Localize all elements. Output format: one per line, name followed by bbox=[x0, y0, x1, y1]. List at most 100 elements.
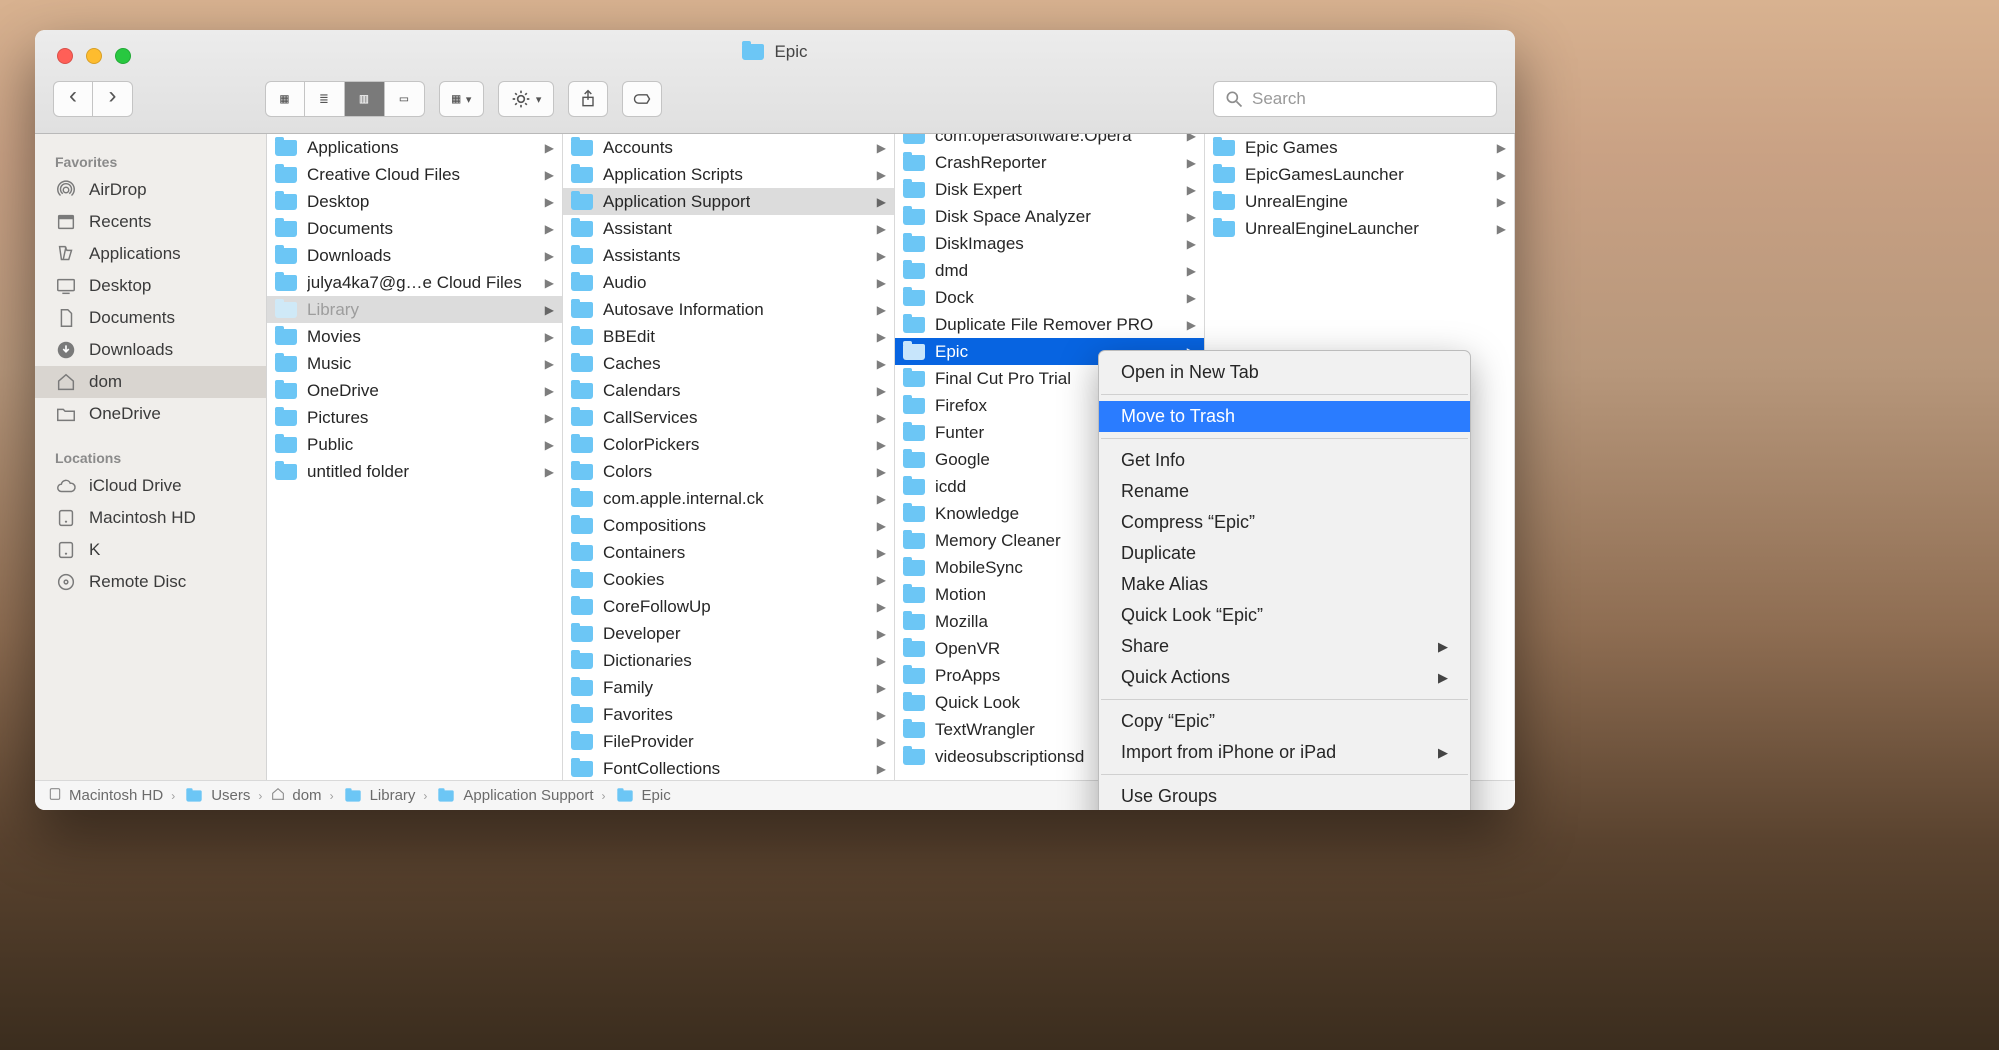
list-item[interactable]: com.apple.internal.ck▶ bbox=[563, 485, 894, 512]
minimize-button[interactable] bbox=[86, 48, 102, 64]
menu-item[interactable]: Copy “Epic” bbox=[1099, 706, 1470, 737]
menu-item[interactable]: Make Alias bbox=[1099, 569, 1470, 600]
list-item[interactable]: Public▶ bbox=[267, 431, 562, 458]
tags-group bbox=[622, 81, 662, 117]
menu-item-label: Move to Trash bbox=[1121, 406, 1235, 427]
menu-item[interactable]: Rename bbox=[1099, 476, 1470, 507]
list-item[interactable]: Cookies▶ bbox=[563, 566, 894, 593]
sidebar-item-downloads[interactable]: Downloads bbox=[35, 334, 266, 366]
breadcrumb[interactable]: Application Support bbox=[435, 787, 593, 804]
list-item[interactable]: julya4ka7@g…e Cloud Files▶ bbox=[267, 269, 562, 296]
menu-item[interactable]: Share▶ bbox=[1099, 631, 1470, 662]
column-1[interactable]: Applications▶Creative Cloud Files▶Deskto… bbox=[267, 134, 563, 780]
list-item[interactable]: Creative Cloud Files▶ bbox=[267, 161, 562, 188]
list-item[interactable]: Containers▶ bbox=[563, 539, 894, 566]
folder-icon bbox=[903, 641, 925, 657]
list-item[interactable]: Caches▶ bbox=[563, 350, 894, 377]
list-item[interactable]: ColorPickers▶ bbox=[563, 431, 894, 458]
list-item[interactable]: Pictures▶ bbox=[267, 404, 562, 431]
list-item[interactable]: EpicGamesLauncher▶ bbox=[1205, 161, 1514, 188]
list-item[interactable]: UnrealEngine▶ bbox=[1205, 188, 1514, 215]
breadcrumb[interactable]: Macintosh HD bbox=[47, 786, 163, 806]
menu-item[interactable]: Open in New Tab bbox=[1099, 357, 1470, 388]
list-item[interactable]: Compositions▶ bbox=[563, 512, 894, 539]
view-list-button[interactable]: ≣ bbox=[305, 81, 345, 117]
sidebar-item-icloud-drive[interactable]: iCloud Drive bbox=[35, 470, 266, 502]
list-item[interactable]: DiskImages▶ bbox=[895, 230, 1204, 257]
menu-item[interactable]: Duplicate bbox=[1099, 538, 1470, 569]
list-item[interactable]: CallServices▶ bbox=[563, 404, 894, 431]
list-item[interactable]: Library▶ bbox=[267, 296, 562, 323]
sidebar-item-documents[interactable]: Documents bbox=[35, 302, 266, 334]
list-item[interactable]: Desktop▶ bbox=[267, 188, 562, 215]
list-item[interactable]: Applications▶ bbox=[267, 134, 562, 161]
menu-item[interactable]: Quick Look “Epic” bbox=[1099, 600, 1470, 631]
list-item[interactable]: CoreFollowUp▶ bbox=[563, 593, 894, 620]
sidebar-item-macintosh-hd[interactable]: Macintosh HD bbox=[35, 502, 266, 534]
column-2[interactable]: Accounts▶Application Scripts▶Application… bbox=[563, 134, 895, 780]
menu-item-label: Open in New Tab bbox=[1121, 362, 1259, 383]
menu-item[interactable]: Import from iPhone or iPad▶ bbox=[1099, 737, 1470, 768]
list-item[interactable]: Favorites▶ bbox=[563, 701, 894, 728]
list-item[interactable]: Audio▶ bbox=[563, 269, 894, 296]
sidebar-item-dom[interactable]: dom bbox=[35, 366, 266, 398]
sidebar-item-applications[interactable]: Applications bbox=[35, 238, 266, 270]
list-item[interactable]: CrashReporter▶ bbox=[895, 149, 1204, 176]
list-item[interactable]: Documents▶ bbox=[267, 215, 562, 242]
list-item[interactable]: FontCollections▶ bbox=[563, 755, 894, 780]
menu-item[interactable]: Use Groups bbox=[1099, 781, 1470, 810]
list-item[interactable]: Dock▶ bbox=[895, 284, 1204, 311]
breadcrumb[interactable]: Epic bbox=[614, 787, 671, 804]
view-columns-button[interactable]: ▥ bbox=[345, 81, 385, 117]
share-button[interactable] bbox=[568, 81, 608, 117]
list-item[interactable]: Developer▶ bbox=[563, 620, 894, 647]
list-item[interactable]: Calendars▶ bbox=[563, 377, 894, 404]
list-item[interactable]: untitled folder▶ bbox=[267, 458, 562, 485]
menu-item[interactable]: Quick Actions▶ bbox=[1099, 662, 1470, 693]
list-item[interactable]: Epic Games▶ bbox=[1205, 134, 1514, 161]
view-gallery-button[interactable]: ▭ bbox=[385, 81, 425, 117]
menu-item[interactable]: Get Info bbox=[1099, 445, 1470, 476]
forward-button[interactable] bbox=[93, 81, 133, 117]
list-item[interactable]: dmd▶ bbox=[895, 257, 1204, 284]
list-item[interactable]: Application Scripts▶ bbox=[563, 161, 894, 188]
list-item[interactable]: Accounts▶ bbox=[563, 134, 894, 161]
view-icons-button[interactable]: ▦ bbox=[265, 81, 305, 117]
zoom-button[interactable] bbox=[115, 48, 131, 64]
sidebar-item-desktop[interactable]: Desktop bbox=[35, 270, 266, 302]
list-item[interactable]: UnrealEngineLauncher▶ bbox=[1205, 215, 1514, 242]
list-item[interactable]: com.operasoftware.Opera▶ bbox=[895, 134, 1204, 149]
tags-button[interactable] bbox=[622, 81, 662, 117]
menu-item[interactable]: Compress “Epic” bbox=[1099, 507, 1470, 538]
menu-item[interactable]: Move to Trash bbox=[1099, 401, 1470, 432]
sidebar-item-airdrop[interactable]: AirDrop bbox=[35, 174, 266, 206]
back-button[interactable] bbox=[53, 81, 93, 117]
sidebar-item-recents[interactable]: Recents bbox=[35, 206, 266, 238]
sidebar-item-k[interactable]: K bbox=[35, 534, 266, 566]
list-item[interactable]: OneDrive▶ bbox=[267, 377, 562, 404]
list-item[interactable]: BBEdit▶ bbox=[563, 323, 894, 350]
list-item[interactable]: Downloads▶ bbox=[267, 242, 562, 269]
list-item[interactable]: Dictionaries▶ bbox=[563, 647, 894, 674]
breadcrumb[interactable]: Library bbox=[342, 787, 416, 804]
list-item[interactable]: Assistant▶ bbox=[563, 215, 894, 242]
sidebar-item-remote-disc[interactable]: Remote Disc bbox=[35, 566, 266, 598]
action-menu-button[interactable]: ▾ bbox=[498, 81, 554, 117]
list-item[interactable]: Colors▶ bbox=[563, 458, 894, 485]
list-item[interactable]: Assistants▶ bbox=[563, 242, 894, 269]
breadcrumb[interactable]: dom bbox=[270, 786, 321, 806]
breadcrumb[interactable]: Users bbox=[183, 787, 250, 804]
list-item[interactable]: Disk Space Analyzer▶ bbox=[895, 203, 1204, 230]
search-field[interactable]: Search bbox=[1213, 81, 1497, 117]
list-item[interactable]: Autosave Information▶ bbox=[563, 296, 894, 323]
list-item[interactable]: FileProvider▶ bbox=[563, 728, 894, 755]
arrange-button[interactable]: ▦ ▾ bbox=[439, 81, 484, 117]
list-item[interactable]: Family▶ bbox=[563, 674, 894, 701]
list-item[interactable]: Movies▶ bbox=[267, 323, 562, 350]
list-item[interactable]: Music▶ bbox=[267, 350, 562, 377]
list-item[interactable]: Duplicate File Remover PRO▶ bbox=[895, 311, 1204, 338]
list-item[interactable]: Disk Expert▶ bbox=[895, 176, 1204, 203]
close-button[interactable] bbox=[57, 48, 73, 64]
list-item[interactable]: Application Support▶ bbox=[563, 188, 894, 215]
sidebar-item-onedrive[interactable]: OneDrive bbox=[35, 398, 266, 430]
